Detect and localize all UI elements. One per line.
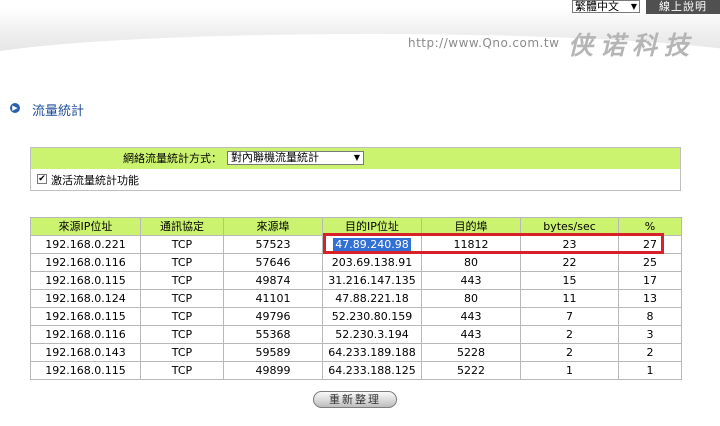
source-ip-cell: 192.168.0.115 bbox=[30, 361, 141, 380]
protocol-cell: TCP bbox=[140, 325, 224, 344]
source-ip-cell: 192.168.0.143 bbox=[30, 343, 141, 362]
col-source-port: 來源埠 bbox=[223, 217, 323, 236]
percent-cell: 17 bbox=[618, 271, 682, 290]
dest-port-cell: 11812 bbox=[421, 235, 521, 254]
table-header-row: 來源IP位址 通訊協定 來源埠 目的IP位址 目的埠 bytes/sec % bbox=[30, 217, 682, 236]
bytes-cell: 7 bbox=[520, 307, 619, 326]
page-header: 繁體中文 ▼ 線上說明 http://www.Qno.com.tw 侠诺科技 bbox=[0, 0, 720, 72]
enable-checkbox[interactable]: ✔ bbox=[37, 174, 47, 184]
col-source-ip: 來源IP位址 bbox=[30, 217, 141, 236]
dest-ip-cell: 203.69.138.91 bbox=[322, 253, 422, 272]
protocol-cell: TCP bbox=[140, 361, 224, 380]
bytes-cell: 2 bbox=[520, 325, 619, 344]
enable-row: ✔ 激活流量統計功能 bbox=[31, 170, 680, 190]
dest-port-cell: 443 bbox=[421, 325, 521, 344]
bytes-cell: 11 bbox=[520, 289, 619, 308]
bytes-cell: 1 bbox=[520, 361, 619, 380]
language-value: 繁體中文 bbox=[575, 0, 619, 13]
dest-port-cell: 80 bbox=[421, 253, 521, 272]
source-port-cell: 49874 bbox=[223, 271, 323, 290]
table-row: 192.168.0.115 TCP 49796 52.230.80.159 44… bbox=[30, 307, 682, 326]
protocol-cell: TCP bbox=[140, 235, 224, 254]
chevron-down-icon: ▼ bbox=[353, 153, 360, 162]
col-protocol: 通訊協定 bbox=[140, 217, 224, 236]
protocol-cell: TCP bbox=[140, 343, 224, 362]
source-ip-cell: 192.168.0.124 bbox=[30, 289, 141, 308]
source-ip-cell: 192.168.0.221 bbox=[30, 235, 141, 254]
dest-port-cell: 5228 bbox=[421, 343, 521, 362]
refresh-button[interactable]: 重新整理 bbox=[313, 391, 397, 408]
source-port-cell: 55368 bbox=[223, 325, 323, 344]
bytes-cell: 15 bbox=[520, 271, 619, 290]
traffic-settings-panel: 網絡流量統計方式： 對內聯機流量統計 ▼ ✔ 激活流量統計功能 bbox=[30, 147, 681, 191]
protocol-cell: TCP bbox=[140, 289, 224, 308]
col-dest-ip: 目的IP位址 bbox=[322, 217, 422, 236]
language-select[interactable]: 繁體中文 ▼ bbox=[572, 0, 640, 13]
dest-ip-cell: 47.88.221.18 bbox=[322, 289, 422, 308]
dest-ip-cell: 64.233.189.188 bbox=[322, 343, 422, 362]
protocol-cell: TCP bbox=[140, 307, 224, 326]
dest-ip-cell: 64.233.188.125 bbox=[322, 361, 422, 380]
source-port-cell: 49899 bbox=[223, 361, 323, 380]
bytes-cell: 23 bbox=[520, 235, 619, 254]
dest-ip-cell: 52.230.80.159 bbox=[322, 307, 422, 326]
percent-cell: 27 bbox=[618, 235, 682, 254]
source-port-cell: 59589 bbox=[223, 343, 323, 362]
mode-value: 對內聯機流量統計 bbox=[231, 151, 319, 164]
table-row: 192.168.0.116 TCP 55368 52.230.3.194 443… bbox=[30, 325, 682, 344]
table-row: 192.168.0.124 TCP 41101 47.88.221.18 80 … bbox=[30, 289, 682, 308]
source-port-cell: 57523 bbox=[223, 235, 323, 254]
table-row: 192.168.0.221 TCP 57523 47.89.240.98 118… bbox=[30, 235, 682, 254]
percent-cell: 25 bbox=[618, 253, 682, 272]
protocol-cell: TCP bbox=[140, 271, 224, 290]
selected-text[interactable]: 47.89.240.98 bbox=[333, 237, 411, 251]
mode-label: 網絡流量統計方式： bbox=[123, 152, 222, 165]
bullet-arrow-icon: ▶ bbox=[10, 103, 20, 113]
table-row: 192.168.0.143 TCP 59589 64.233.189.188 5… bbox=[30, 343, 682, 362]
company-url: http://www.Qno.com.tw bbox=[408, 36, 560, 50]
source-port-cell: 41101 bbox=[223, 289, 323, 308]
source-ip-cell: 192.168.0.116 bbox=[30, 325, 141, 344]
col-percent: % bbox=[618, 217, 682, 236]
protocol-cell: TCP bbox=[140, 253, 224, 272]
mode-select[interactable]: 對內聯機流量統計 ▼ bbox=[227, 151, 364, 165]
source-ip-cell: 192.168.0.115 bbox=[30, 271, 141, 290]
dest-port-cell: 443 bbox=[421, 307, 521, 326]
dest-ip-cell: 47.89.240.98 bbox=[322, 235, 422, 254]
page-title: 流量統計 bbox=[32, 104, 85, 119]
mode-row: 網絡流量統計方式： 對內聯機流量統計 ▼ bbox=[31, 148, 680, 169]
percent-cell: 8 bbox=[618, 307, 682, 326]
percent-cell: 2 bbox=[618, 343, 682, 362]
percent-cell: 1 bbox=[618, 361, 682, 380]
col-bytes-per-sec: bytes/sec bbox=[520, 217, 619, 236]
percent-cell: 13 bbox=[618, 289, 682, 308]
table-row: 192.168.0.116 TCP 57646 203.69.138.91 80… bbox=[30, 253, 682, 272]
dest-port-cell: 80 bbox=[421, 289, 521, 308]
traffic-table: 來源IP位址 通訊協定 來源埠 目的IP位址 目的埠 bytes/sec % 1… bbox=[30, 217, 682, 380]
enable-label: 激活流量統計功能 bbox=[51, 174, 139, 187]
dest-port-cell: 443 bbox=[421, 271, 521, 290]
col-dest-port: 目的埠 bbox=[421, 217, 521, 236]
table-row: 192.168.0.115 TCP 49874 31.216.147.135 4… bbox=[30, 271, 682, 290]
source-port-cell: 57646 bbox=[223, 253, 323, 272]
percent-cell: 3 bbox=[618, 325, 682, 344]
online-help-button[interactable]: 線上說明 bbox=[646, 0, 720, 14]
table-row: 192.168.0.115 TCP 49899 64.233.188.125 5… bbox=[30, 361, 682, 380]
chevron-down-icon: ▼ bbox=[630, 2, 637, 11]
source-port-cell: 49796 bbox=[223, 307, 323, 326]
bytes-cell: 2 bbox=[520, 343, 619, 362]
source-ip-cell: 192.168.0.115 bbox=[30, 307, 141, 326]
dest-ip-cell: 31.216.147.135 bbox=[322, 271, 422, 290]
source-ip-cell: 192.168.0.116 bbox=[30, 253, 141, 272]
dest-port-cell: 5222 bbox=[421, 361, 521, 380]
brand-logo: 侠诺科技 bbox=[568, 31, 697, 60]
bytes-cell: 22 bbox=[520, 253, 619, 272]
dest-ip-cell: 52.230.3.194 bbox=[322, 325, 422, 344]
